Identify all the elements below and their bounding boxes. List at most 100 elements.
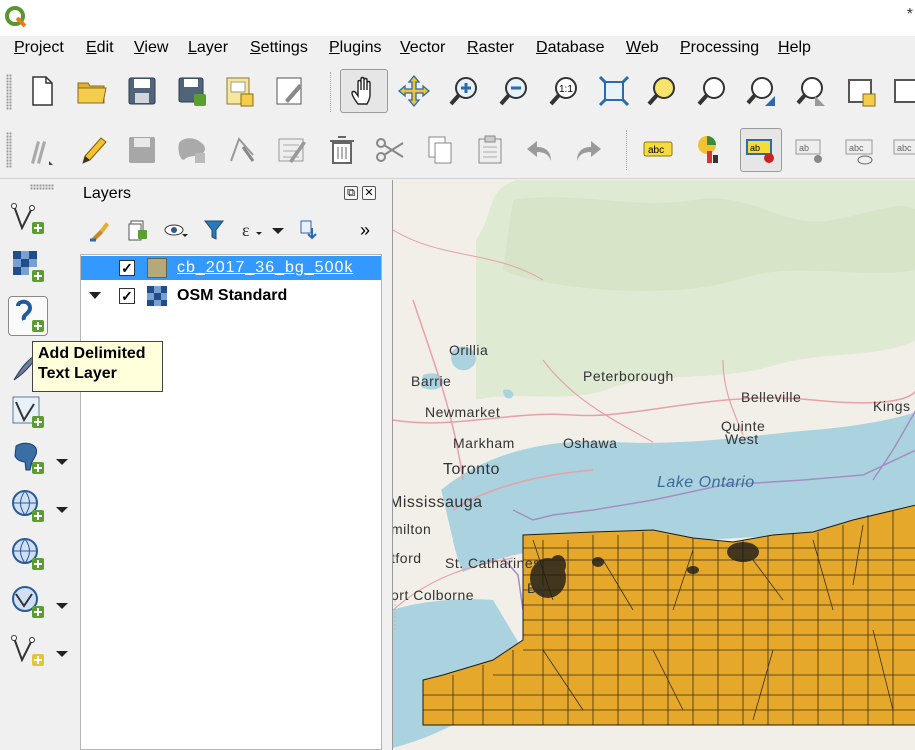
toolbar-grip[interactable] (6, 74, 12, 110)
style-manager-icon[interactable] (86, 216, 114, 244)
undo-icon[interactable] (520, 130, 560, 170)
filter-icon[interactable] (200, 216, 228, 244)
tooltip-line-1: Add Delimited (38, 345, 146, 362)
layer-name[interactable]: OSM Standard (177, 287, 287, 305)
zoom-next-icon[interactable] (792, 71, 832, 111)
save-project-icon[interactable] (122, 71, 162, 111)
panel-splitter[interactable] (384, 180, 392, 750)
add-vector-layer-icon[interactable] (8, 198, 48, 238)
window-title: * (906, 6, 913, 23)
add-delimited-text-layer-icon[interactable] (8, 296, 48, 336)
map-label-buffalo: Bu (527, 580, 546, 596)
pan-to-selection-icon[interactable] (394, 71, 434, 111)
chevron-down-icon[interactable] (264, 216, 292, 244)
map-label-barrie: Barrie (411, 373, 452, 389)
add-raster-layer-icon[interactable] (8, 246, 48, 286)
layers-panel: Layers ⧉ ✕ ε » ✓ cb_2017_36_bg_500k ✓ OS… (78, 180, 384, 750)
toggle-editing-icon[interactable] (72, 130, 112, 170)
show-hide-labels-icon[interactable]: abc (840, 130, 880, 170)
layer-diagram-icon[interactable] (690, 130, 730, 170)
layer-visibility-checkbox[interactable]: ✓ (119, 288, 135, 304)
zoom-out-icon[interactable] (494, 71, 534, 111)
layer-labeling-icon[interactable]: abc (638, 130, 678, 170)
more-tools-icon[interactable]: » (360, 220, 370, 241)
map-label-milton: milton (392, 521, 432, 537)
map-canvas[interactable]: Orillia Barrie Peterborough Belleville K… (392, 180, 915, 750)
save-edits-icon[interactable] (122, 130, 162, 170)
float-panel-icon[interactable]: ⧉ (344, 186, 358, 200)
pin-labels-icon[interactable]: ab (790, 130, 830, 170)
close-panel-icon[interactable]: ✕ (362, 186, 376, 200)
map-label-brantford: tford (392, 550, 422, 566)
chevron-down-icon[interactable] (56, 459, 68, 465)
map-label-port-colborne: ort Colborne (392, 587, 475, 603)
delete-selected-icon[interactable] (322, 130, 362, 170)
map-label-mississauga: Mississauga (392, 494, 483, 511)
expression-filter-icon[interactable]: ε (238, 216, 266, 244)
add-feature-icon[interactable] (172, 130, 212, 170)
new-shapefile-layer-icon[interactable] (8, 630, 48, 670)
vertex-tool-icon[interactable] (222, 130, 262, 170)
map-label-newmarket: Newmarket (425, 404, 501, 420)
chevron-down-icon[interactable] (56, 507, 68, 513)
cut-features-icon[interactable] (370, 130, 410, 170)
zoom-last-icon[interactable] (742, 71, 782, 111)
add-wcs-layer-icon[interactable] (8, 534, 48, 574)
new-print-layout-icon[interactable] (220, 71, 260, 111)
layer-name[interactable]: cb_2017_36_bg_500k (177, 259, 353, 277)
toolbar-grip[interactable] (30, 184, 54, 190)
menu-view[interactable]: View (134, 39, 168, 57)
menu-layer[interactable]: Layer (188, 39, 228, 57)
copy-features-icon[interactable] (420, 130, 460, 170)
map-label-markham: Markham (453, 435, 515, 451)
expand-all-icon[interactable] (294, 216, 322, 244)
add-virtual-layer-icon[interactable] (8, 392, 48, 432)
zoom-full-icon[interactable] (594, 71, 634, 111)
toolbar-grip[interactable] (6, 132, 12, 168)
menu-database[interactable]: Database (536, 39, 605, 57)
new-3d-map-view-icon[interactable] (888, 71, 915, 111)
add-postgis-layer-icon[interactable] (8, 438, 48, 478)
menu-raster[interactable]: Raster (467, 39, 514, 57)
layer-item-osm-standard[interactable]: ✓ OSM Standard (81, 284, 381, 308)
open-project-icon[interactable] (72, 71, 112, 111)
redo-icon[interactable] (568, 130, 608, 170)
svg-text:ε: ε (242, 220, 250, 240)
zoom-to-layer-icon[interactable] (692, 71, 732, 111)
add-group-icon[interactable] (124, 216, 152, 244)
modify-attributes-icon[interactable] (272, 130, 312, 170)
layer-symbol-swatch (147, 258, 167, 278)
map-label-kingston: Kings (873, 398, 911, 414)
expand-arrow-icon[interactable] (89, 292, 101, 299)
editing-toolbar: abc ab ab abc abc (0, 122, 915, 179)
move-label-icon[interactable]: abc (888, 130, 915, 170)
zoom-native-icon[interactable]: 1:1 (544, 71, 584, 111)
svg-text:ab: ab (750, 143, 760, 153)
layout-manager-icon[interactable] (270, 71, 310, 111)
layer-item-cb-2017[interactable]: ✓ cb_2017_36_bg_500k (81, 256, 381, 280)
menu-web[interactable]: Web (626, 39, 659, 57)
chevron-down-icon[interactable] (56, 603, 68, 609)
highlight-pinned-labels-icon[interactable]: ab (740, 128, 782, 172)
paste-features-icon[interactable] (470, 130, 510, 170)
save-as-icon[interactable] (172, 71, 212, 111)
pan-icon[interactable] (340, 69, 388, 113)
zoom-to-selection-icon[interactable] (642, 71, 682, 111)
layer-visibility-checkbox[interactable]: ✓ (119, 260, 135, 276)
zoom-in-icon[interactable] (444, 71, 484, 111)
menu-processing[interactable]: Processing (680, 39, 759, 57)
chevron-down-icon[interactable] (56, 651, 68, 657)
visibility-icon[interactable] (162, 216, 190, 244)
add-wms-layer-icon[interactable] (8, 486, 48, 526)
tooltip-line-2: Text Layer (38, 365, 117, 382)
menu-edit[interactable]: Edit (86, 39, 114, 57)
new-project-icon[interactable] (22, 71, 62, 111)
menu-vector[interactable]: Vector (400, 39, 445, 57)
menu-plugins[interactable]: Plugins (329, 39, 381, 57)
menu-help[interactable]: Help (778, 39, 811, 57)
add-wfs-layer-icon[interactable] (8, 582, 48, 622)
menu-settings[interactable]: Settings (250, 39, 308, 57)
new-map-view-icon[interactable] (842, 71, 882, 111)
digitize-icon[interactable] (22, 130, 62, 170)
menu-project[interactable]: Project (14, 39, 64, 57)
